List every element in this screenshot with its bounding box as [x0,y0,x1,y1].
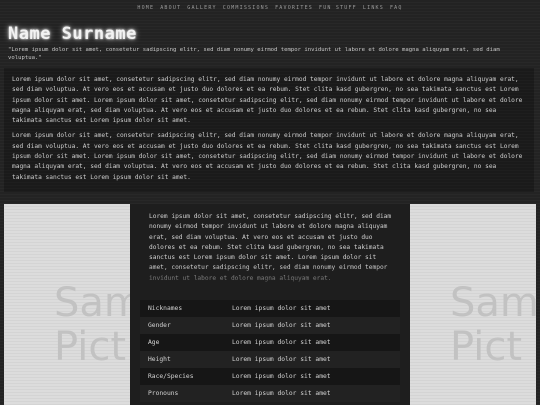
sample-picture-right: Sam Pict [410,204,536,405]
nav-link-fun-stuff[interactable]: FUN STUFF [319,5,357,11]
text-fade [130,266,410,290]
page-title: Name Surname [8,24,137,44]
placeholder-text: Pict [54,324,127,370]
stat-label: Nicknames [140,300,224,317]
nav-link-links[interactable]: LINKS [363,5,384,11]
sample-picture-left: Sam Pict [4,204,130,405]
stat-value: Lorem ipsum dolor sit amet [224,351,400,368]
table-row: Age Lorem ipsum dolor sit amet [140,334,400,351]
placeholder-text: Pict [450,324,523,370]
stat-value: Lorem ipsum dolor sit amet [224,300,400,317]
table-row: Nicknames Lorem ipsum dolor sit amet [140,300,400,317]
bio-panel: Lorem ipsum dolor sit amet, consetetur s… [4,68,534,192]
stat-value: Lorem ipsum dolor sit amet [224,317,400,334]
character-quote: "Lorem ipsum dolor sit amet, consetetur … [8,47,500,61]
stat-value: Lorem ipsum dolor sit amet [224,368,400,385]
stat-value: Lorem ipsum dolor sit amet [224,334,400,351]
stat-label: Race/Species [140,368,224,385]
table-row: Height Lorem ipsum dolor sit amet [140,351,400,368]
placeholder-text: Sam [54,280,130,326]
nav-link-about[interactable]: ABOUT [160,5,181,11]
stat-value: Lorem ipsum dolor sit amet [224,385,400,402]
profile-stats-table: Nicknames Lorem ipsum dolor sit amet Gen… [140,300,400,402]
nav-link-faq[interactable]: FAQ [390,5,403,11]
bio-paragraph: Lorem ipsum dolor sit amet, consetetur s… [12,132,523,181]
profile-column: Lorem ipsum dolor sit amet, consetetur s… [130,204,410,405]
stat-label: Pronouns [140,385,224,402]
stat-label: Gender [140,317,224,334]
bio-paragraph: Lorem ipsum dolor sit amet, consetetur s… [12,76,523,125]
table-row: Race/Species Lorem ipsum dolor sit amet [140,368,400,385]
placeholder-text: Sam [450,280,536,326]
top-nav: HOME ABOUT GALLERY COMMISSIONS FAVORITES… [0,0,540,16]
stat-label: Height [140,351,224,368]
nav-link-favorites[interactable]: FAVORITES [275,5,313,11]
nav-link-commissions[interactable]: COMMISSIONS [223,5,269,11]
nav-link-gallery[interactable]: GALLERY [187,5,216,11]
nav-link-home[interactable]: HOME [137,5,154,11]
stat-label: Age [140,334,224,351]
table-row: Gender Lorem ipsum dolor sit amet [140,317,400,334]
table-row: Pronouns Lorem ipsum dolor sit amet [140,385,400,402]
